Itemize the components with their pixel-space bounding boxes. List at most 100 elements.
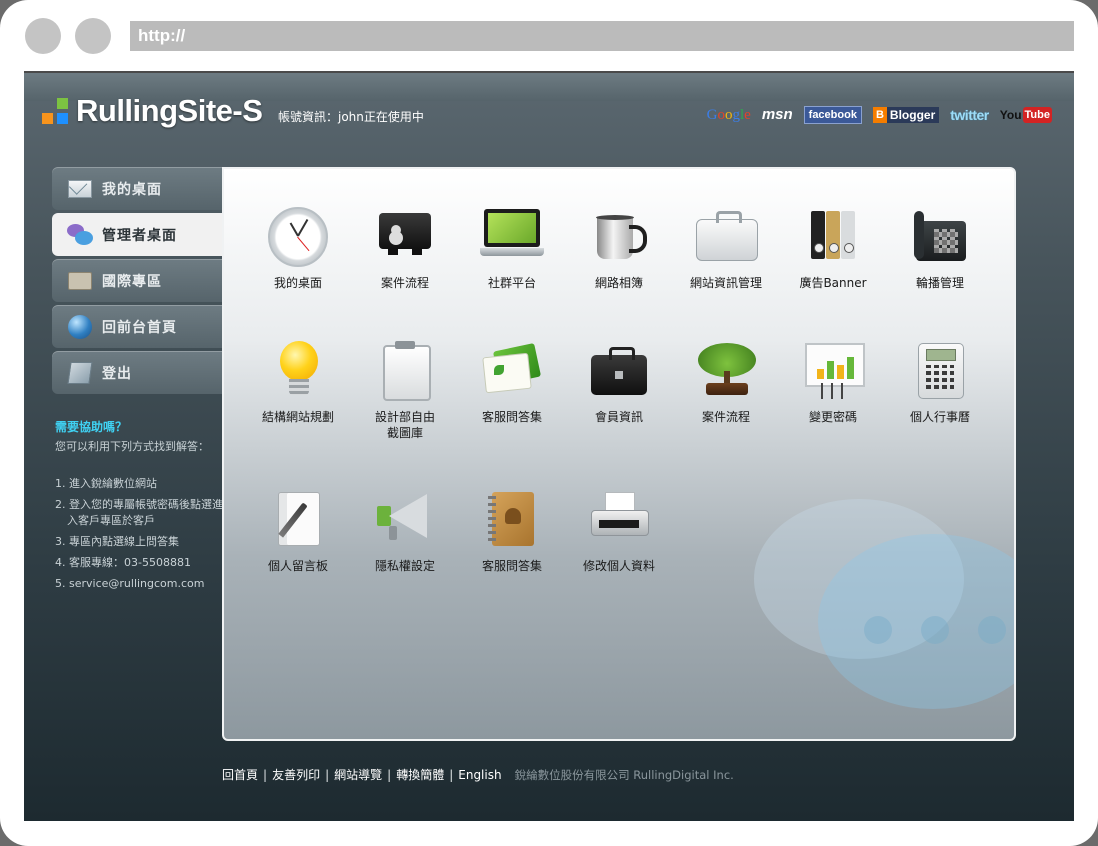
tile-faq[interactable]: 客服問答集 bbox=[458, 337, 566, 425]
tile-label: 修改個人資料 bbox=[582, 559, 655, 573]
help-item: 2. 登入您的專屬帳號密碼後點選進入客戶專區於客戶 bbox=[55, 498, 223, 527]
sidebar-item-label: 回前台首頁 bbox=[102, 319, 177, 336]
sidebar-item-label: 管理者桌面 bbox=[102, 227, 177, 244]
tile-label: 設計部自由截圖庫 bbox=[374, 410, 435, 440]
tile-label: 客服問答集 bbox=[481, 559, 542, 573]
tile-carousel[interactable]: 輪播管理 bbox=[886, 203, 994, 291]
chat-bubbles-icon bbox=[66, 221, 94, 249]
mail-icon bbox=[66, 175, 94, 203]
tile-faq-2[interactable]: 客服問答集 bbox=[458, 486, 566, 574]
business-cards-icon bbox=[371, 203, 439, 271]
help-item: 3. 專區內點選線上問答集 bbox=[55, 535, 179, 548]
tile-label: 廣告Banner bbox=[799, 276, 867, 290]
tile-case-workflow-2[interactable]: 案件流程 bbox=[672, 337, 780, 425]
chart-board-icon bbox=[799, 337, 867, 405]
sidebar-item-logout[interactable]: 登出 bbox=[52, 351, 222, 394]
sidebar-item-label: 我的桌面 bbox=[102, 181, 162, 198]
tile-banner[interactable]: 廣告Banner bbox=[779, 203, 887, 291]
help-subtitle: 您可以利用下列方式找到解答： bbox=[55, 440, 209, 453]
tile-edit-profile[interactable]: 修改個人資料 bbox=[565, 486, 673, 574]
tile-label: 網站資訊管理 bbox=[689, 276, 762, 290]
blogger-link[interactable]: B Blogger bbox=[872, 107, 940, 123]
briefcase-icon bbox=[692, 203, 760, 271]
help-title: 需要協助嗎？ bbox=[55, 420, 128, 434]
sidebar-item-international[interactable]: 國際專區 bbox=[52, 259, 222, 302]
binders-icon bbox=[799, 203, 867, 271]
tile-change-password[interactable]: 變更密碼 bbox=[779, 337, 887, 425]
browser-frame: http:// RullingSite-S 帳號資訊：john正在使用中 Goo… bbox=[0, 0, 1098, 846]
help-item: 1. 進入銳綸數位網站 bbox=[55, 477, 157, 490]
google-link[interactable]: Google bbox=[707, 107, 751, 123]
help-item: 5. service@rullingcom.com bbox=[55, 577, 205, 590]
sidebar-item-label: 登出 bbox=[102, 365, 132, 382]
tile-design-gallery[interactable]: 設計部自由截圖庫 bbox=[351, 337, 459, 441]
tile-label: 客服問答集 bbox=[481, 410, 542, 424]
tile-community[interactable]: 社群平台 bbox=[458, 203, 566, 291]
tile-site-info[interactable]: 網站資訊管理 bbox=[672, 203, 780, 291]
tile-label: 社群平台 bbox=[487, 276, 536, 290]
tile-calendar[interactable]: 個人行事曆 bbox=[886, 337, 994, 425]
tile-label: 結構網站規劃 bbox=[261, 410, 334, 424]
printer-icon bbox=[585, 486, 653, 554]
tile-label: 個人行事曆 bbox=[909, 410, 970, 424]
footer-separator: | bbox=[325, 767, 330, 782]
globe-icon bbox=[66, 313, 94, 341]
tile-web-album[interactable]: 網路相簿 bbox=[565, 203, 673, 291]
address-book-icon bbox=[478, 486, 546, 554]
tile-label: 我的桌面 bbox=[273, 276, 322, 290]
clipboard-icon bbox=[371, 337, 439, 405]
sidebar-item-admin-desktop[interactable]: 管理者桌面 bbox=[52, 213, 226, 256]
phone-icon bbox=[906, 203, 974, 271]
pen-notepad-icon bbox=[66, 359, 94, 387]
tile-label: 案件流程 bbox=[701, 410, 750, 424]
tile-message-board[interactable]: 個人留言板 bbox=[244, 486, 352, 574]
tile-label: 個人留言板 bbox=[267, 559, 328, 573]
bag-icon bbox=[585, 337, 653, 405]
address-bar[interactable]: http:// bbox=[130, 21, 1074, 51]
id-card-icon bbox=[66, 267, 94, 295]
footer-link-simplified[interactable]: 轉換簡體 bbox=[396, 766, 444, 783]
window-button-minimize[interactable] bbox=[75, 18, 111, 54]
tile-privacy[interactable]: 隱私權設定 bbox=[351, 486, 459, 574]
footer-link-sitemap[interactable]: 網站導覽 bbox=[334, 766, 382, 783]
tile-label: 案件流程 bbox=[380, 276, 429, 290]
sidebar-item-my-desktop[interactable]: 我的桌面 bbox=[52, 167, 222, 210]
blogger-icon: B bbox=[872, 107, 887, 123]
tile-label: 網路相簿 bbox=[594, 276, 643, 290]
help-list: 1. 進入銳綸數位網站 2. 登入您的專屬帳號密碼後點選進入客戶專區於客戶 3.… bbox=[55, 476, 225, 592]
logo-text: RullingSite-S bbox=[76, 93, 263, 128]
calculator-icon bbox=[906, 337, 974, 405]
sidebar-item-frontend-home[interactable]: 回前台首頁 bbox=[52, 305, 222, 348]
clock-icon bbox=[264, 203, 332, 271]
bonsai-icon bbox=[692, 337, 760, 405]
window-button-close[interactable] bbox=[25, 18, 61, 54]
sidebar-item-label: 國際專區 bbox=[102, 273, 162, 290]
msn-link[interactable]: msn bbox=[762, 107, 793, 123]
megaphone-icon bbox=[371, 486, 439, 554]
twitter-link[interactable]: twitter bbox=[950, 107, 989, 123]
youtube-link[interactable]: You Tube bbox=[1000, 107, 1052, 123]
laptop-icon bbox=[478, 203, 546, 271]
footer-separator: | bbox=[387, 767, 392, 782]
tile-my-desktop[interactable]: 我的桌面 bbox=[244, 203, 352, 291]
facebook-link[interactable]: facebook bbox=[803, 106, 862, 124]
logo-mark-icon bbox=[42, 98, 68, 124]
social-links: Google msn facebook B Blogger twitter You… bbox=[707, 106, 1052, 124]
tile-member-info[interactable]: 會員資訊 bbox=[565, 337, 673, 425]
help-box: 需要協助嗎？ 您可以利用下列方式找到解答： 1. 進入銳綸數位網站 2. 登入您… bbox=[55, 418, 225, 597]
app-viewport: RullingSite-S 帳號資訊：john正在使用中 Google msn … bbox=[24, 73, 1074, 821]
tile-label: 隱私權設定 bbox=[374, 559, 435, 573]
account-info: 帳號資訊：john正在使用中 bbox=[278, 110, 424, 124]
footer-link-english[interactable]: English bbox=[458, 768, 501, 782]
footer-link-home[interactable]: 回首頁 bbox=[222, 766, 258, 783]
mug-icon bbox=[585, 203, 653, 271]
sidebar-nav: 我的桌面 管理者桌面 國際專區 回前台首頁 登出 bbox=[52, 167, 226, 397]
footer-separator: | bbox=[449, 767, 454, 782]
tile-site-structure[interactable]: 結構網站規劃 bbox=[244, 337, 352, 425]
tile-case-workflow[interactable]: 案件流程 bbox=[351, 203, 459, 291]
tile-label: 輪播管理 bbox=[915, 276, 964, 290]
notebook-pen-icon bbox=[264, 486, 332, 554]
tile-label: 變更密碼 bbox=[808, 410, 857, 424]
footer-link-print[interactable]: 友善列印 bbox=[272, 766, 320, 783]
site-logo[interactable]: RullingSite-S bbox=[42, 93, 263, 129]
